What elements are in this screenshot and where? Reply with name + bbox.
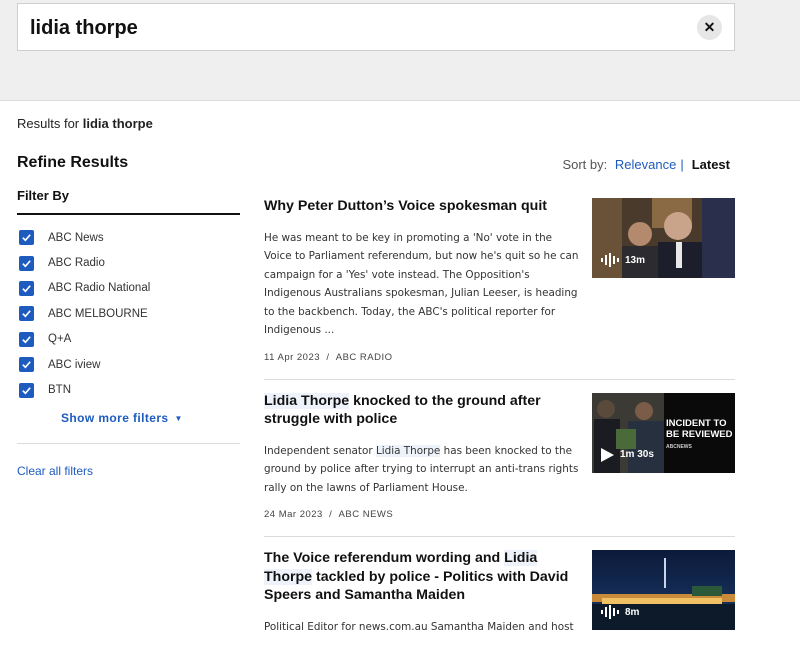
result-thumbnail[interactable]: 13m: [592, 198, 735, 278]
check-icon: [22, 386, 31, 394]
filter-label: ABC Radio National: [48, 282, 151, 295]
filter-abc-radio-national[interactable]: ABC Radio National: [17, 276, 240, 301]
results-query: lidia thorpe: [82, 116, 153, 131]
media-duration: 8m: [601, 605, 639, 619]
desc-text: Independent senator: [264, 444, 376, 457]
sidebar-divider: [17, 442, 240, 444]
filter-by-heading: Filter By: [17, 188, 240, 215]
close-icon: ✕: [703, 19, 716, 35]
result-title-link[interactable]: Why Peter Dutton’s Voice spokesman quit: [264, 197, 582, 216]
checkbox-checked[interactable]: [19, 331, 34, 347]
sort-label: Sort by:: [562, 157, 608, 172]
clear-all-filters-link[interactable]: Clear all filters: [17, 464, 240, 478]
query-highlight: Lidia Thorpe: [264, 392, 350, 409]
filter-qanda[interactable]: Q+A: [17, 327, 240, 352]
filter-abc-radio[interactable]: ABC Radio: [17, 250, 240, 275]
results-prefix: Results for: [17, 116, 80, 131]
result-item: The Voice referendum wording and Lidia T…: [264, 549, 735, 652]
media-duration: 1m 30s: [601, 447, 654, 462]
filter-abc-news[interactable]: ABC News: [17, 225, 240, 250]
refine-title: Refine Results: [17, 154, 129, 171]
sort-relevance-option[interactable]: Relevance: [615, 157, 676, 172]
overlay-line: INCIDENT TO: [666, 417, 727, 429]
query-highlight: Lidia Thorpe: [375, 444, 441, 457]
results-list: Why Peter Dutton’s Voice spokesman quit …: [264, 197, 735, 664]
checkbox-checked[interactable]: [19, 255, 34, 271]
filter-label: ABC Radio: [48, 257, 105, 270]
search-input[interactable]: [30, 14, 670, 42]
check-icon: [22, 259, 31, 268]
result-item: Why Peter Dutton’s Voice spokesman quit …: [264, 197, 735, 380]
media-duration: 13m: [601, 253, 645, 267]
check-icon: [22, 361, 31, 369]
result-item: Lidia Thorpe knocked to the ground after…: [264, 392, 735, 537]
duration-label: 13m: [625, 254, 646, 266]
check-icon: [22, 285, 31, 293]
caret-down-icon: ▼: [174, 414, 183, 424]
thumbnail-overlay: INCIDENT TO BE REVIEWED ABCNEWS: [666, 418, 733, 453]
filter-abc-melbourne[interactable]: ABC MELBOURNE: [17, 301, 240, 326]
filter-label: Q+A: [48, 333, 72, 346]
show-more-label: Show more filters: [61, 410, 169, 425]
sort-bar: Sort by: Relevance | Latest: [562, 157, 730, 172]
sort-separator: |: [680, 157, 684, 172]
duration-label: 8m: [625, 606, 640, 618]
result-date: 11 Apr 2023: [264, 351, 321, 363]
checkbox-checked[interactable]: [19, 306, 34, 322]
result-description: He was meant to be key in promoting a 'N…: [264, 231, 579, 337]
checkbox-checked[interactable]: [19, 230, 34, 246]
result-thumbnail[interactable]: 8m: [592, 550, 735, 630]
clear-search-button[interactable]: ✕: [697, 15, 722, 40]
audio-waveform-icon: [601, 253, 619, 267]
refine-sidebar: Refine Results Filter By ABC News ABC Ra…: [17, 154, 240, 478]
show-more-filters-button[interactable]: Show more filters ▼: [61, 411, 240, 425]
checkbox-checked[interactable]: [19, 280, 34, 296]
results-summary: Results for lidia thorpe: [17, 116, 153, 131]
search-header: ✕: [0, 0, 800, 101]
result-meta: 24 Mar 2023 / ABC NEWS: [264, 509, 394, 520]
checkbox-checked[interactable]: [19, 357, 34, 373]
filter-label: ABC iview: [48, 358, 101, 371]
result-description: Independent senator Lidia Thorpe has bee…: [264, 442, 582, 498]
overlay-brand: ABCNEWS: [666, 443, 692, 450]
result-description: Political Editor for news.com.au Samanth…: [264, 620, 574, 633]
filter-label: ABC MELBOURNE: [48, 307, 148, 320]
overlay-line: BE REVIEWED: [666, 428, 733, 440]
result-title-link[interactable]: Lidia Thorpe knocked to the ground after…: [264, 392, 582, 429]
result-meta: 11 Apr 2023 / ABC RADIO: [264, 351, 393, 363]
result-thumbnail[interactable]: INCIDENT TO BE REVIEWED ABCNEWS 1m 30s: [592, 392, 735, 473]
audio-waveform-icon: [601, 605, 619, 619]
result-date: 24 Mar 2023: [264, 509, 323, 520]
check-icon: [22, 335, 31, 344]
check-icon: [22, 310, 31, 318]
filter-list: ABC News ABC Radio ABC Radio National AB…: [17, 225, 240, 403]
search-box: ✕: [17, 3, 735, 51]
filter-label: ABC News: [48, 231, 104, 244]
check-icon: [22, 234, 31, 242]
duration-label: 1m 30s: [620, 449, 654, 460]
sort-latest-option[interactable]: Latest: [692, 157, 730, 172]
filter-label: BTN: [48, 384, 71, 397]
result-title-link[interactable]: The Voice referendum wording and Lidia T…: [264, 549, 582, 605]
result-source: ABC NEWS: [338, 509, 394, 520]
play-icon: [601, 447, 614, 462]
filter-btn[interactable]: BTN: [17, 377, 240, 402]
checkbox-checked[interactable]: [19, 382, 34, 398]
result-source: ABC RADIO: [335, 351, 393, 363]
filter-abc-iview[interactable]: ABC iview: [17, 352, 240, 377]
title-text: The Voice referendum wording and: [264, 550, 505, 566]
